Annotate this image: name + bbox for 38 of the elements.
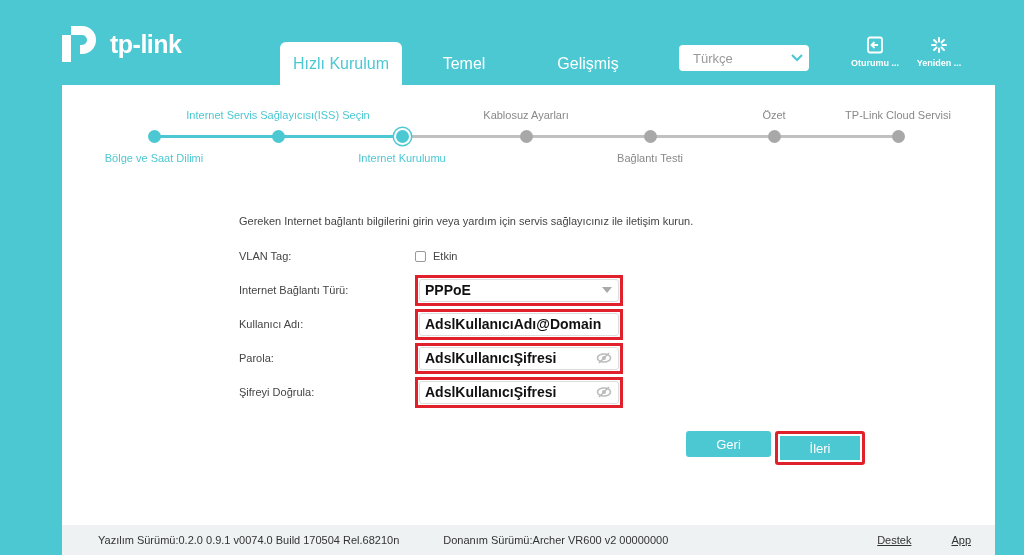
footer-link[interactable]: App <box>951 534 971 546</box>
dropdown-arrow-icon <box>602 287 612 293</box>
nav-tab[interactable]: Hızlı Kurulum <box>280 42 402 85</box>
eye-hidden-icon[interactable] <box>596 352 612 364</box>
eye-hidden-icon[interactable] <box>596 386 612 398</box>
step-label: Kablosuz Ayarları <box>483 109 569 121</box>
password-field[interactable]: AdslKullanıcıŞifresi <box>419 346 619 370</box>
field-label: Parola: <box>239 352 275 364</box>
logout-icon <box>866 36 884 54</box>
chevron-down-icon <box>791 54 803 62</box>
step-label: Internet Servis Sağlayıcısı(ISS) Seçin <box>186 109 370 121</box>
username-field[interactable]: AdslKullanıcıAdı@Domain <box>419 312 619 336</box>
field-label: Kullanıcı Adı: <box>239 318 305 330</box>
password-field[interactable]: AdslKullanıcıŞifresi <box>419 380 619 404</box>
brand-name: tp-link <box>110 29 182 59</box>
step-label: Internet Kurulumu <box>358 152 446 164</box>
language-select[interactable]: Türkçe <box>679 45 809 71</box>
next-button[interactable]: İleri <box>775 431 865 465</box>
field-label: VLAN Tag: <box>239 250 293 262</box>
logout-button[interactable]: Oturumu ... <box>846 36 904 68</box>
step-label: Bağlantı Testi <box>617 152 683 164</box>
connection-type-select[interactable]: PPPoE <box>419 278 619 302</box>
software-version: Yazılım Sürümü:0.2.0 0.9.1 v0074.0 Build 170504 Rel.68210n <box>98 534 400 546</box>
step-label: Bölge ve Saat Dilimi <box>104 152 204 164</box>
back-button[interactable]: Geri <box>686 431 771 457</box>
footer-link[interactable]: Destek <box>877 534 912 546</box>
reboot-button[interactable]: Yeniden ... <box>910 36 968 68</box>
field-label: Internet Bağlantı Türü: <box>239 284 350 296</box>
step-label: TP-Link Cloud Servisi <box>845 109 951 121</box>
checkbox[interactable] <box>415 250 426 262</box>
nav-tab[interactable]: Gelişmiş <box>526 42 650 85</box>
instructions-text: Gereken Internet bağlantı bilgilerini girin veya yardım için servis sağlayıcınız ile iletişim kurun. <box>239 215 695 227</box>
step-label: Özet <box>762 109 786 121</box>
checkbox-label: Etkin <box>433 250 458 262</box>
hardware-version: Donanım Sürümü:Archer VR600 v2 00000000 <box>443 534 669 546</box>
field-label: Şifreyi Doğrula: <box>239 386 316 398</box>
spinner-icon <box>930 36 948 54</box>
nav-tab[interactable]: Temel <box>402 42 526 85</box>
